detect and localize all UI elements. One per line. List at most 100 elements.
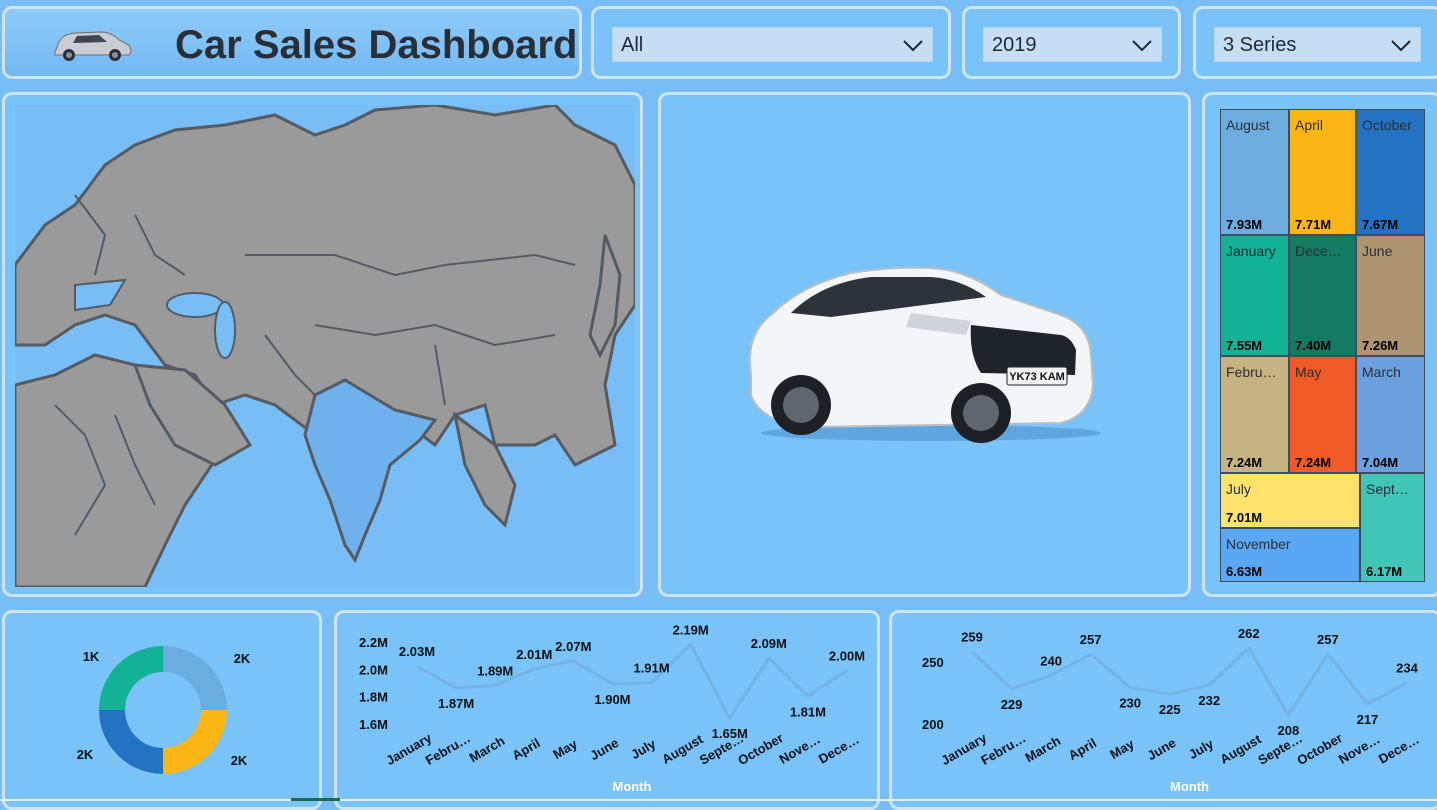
treemap-tile-label: Dece… <box>1295 243 1342 259</box>
treemap-tile-value: 7.93M <box>1226 217 1263 232</box>
x-tick-label: June <box>1145 735 1179 763</box>
treemap-tile[interactable]: March 7.04M <box>1356 356 1425 473</box>
x-tick-label: October <box>1294 730 1345 768</box>
region-slicer-panel: All <box>591 6 951 79</box>
sales-line-chart[interactable]: 1.6M 1.8M 2.0M 2.2M 2.03M 1.87M 1.89M2.01M2.07… <box>337 613 877 799</box>
model-dropdown[interactable]: 3 Series <box>1214 27 1421 62</box>
data-label: 232 <box>1198 693 1220 708</box>
car-photo-icon: YK73 KAM <box>748 266 1101 443</box>
treemap-tile[interactable]: Febru… 7.24M <box>1220 356 1289 473</box>
x-tick-label: April <box>1066 735 1099 763</box>
treemap-tile-value: 7.24M <box>1226 455 1263 470</box>
x-tick-label: May <box>550 736 580 762</box>
data-label: 1.89M <box>477 663 513 678</box>
data-label: 234 <box>1396 661 1418 676</box>
treemap-tile[interactable]: October 7.67M <box>1356 109 1425 235</box>
data-label: 240 <box>1040 653 1062 668</box>
treemap-tile-value: 7.55M <box>1226 338 1263 353</box>
data-label: 1.81M <box>790 704 826 719</box>
treemap-tile-value: 7.67M <box>1362 217 1399 232</box>
region-dropdown-value: All <box>621 34 644 56</box>
chevron-down-icon <box>903 40 923 52</box>
treemap-tile-label: October <box>1362 117 1412 133</box>
chevron-down-icon <box>1391 40 1411 52</box>
series-line[interactable] <box>970 645 1408 718</box>
license-plate: YK73 KAM <box>1009 371 1065 383</box>
x-axis-title: Month <box>613 779 652 794</box>
x-tick-label: August <box>1217 731 1264 767</box>
data-label: 2.00M <box>829 648 865 663</box>
donut-slice-label: 2K <box>234 651 251 666</box>
treemap-tile-value: 7.71M <box>1295 217 1332 232</box>
treemap-tile[interactable]: July 7.01M <box>1220 473 1360 528</box>
treemap-tile-label: January <box>1226 243 1276 259</box>
data-label: 1.90M <box>594 692 630 707</box>
y-tick-label: 2.0M <box>359 662 388 677</box>
x-tick-label: August <box>659 731 706 767</box>
treemap-tile[interactable]: January 7.55M <box>1220 235 1289 356</box>
x-tick-label: Febru… <box>423 730 473 768</box>
donut-leader-line <box>209 654 219 664</box>
year-dropdown-value: 2019 <box>992 34 1037 56</box>
treemap-tile-value: 6.63M <box>1226 564 1263 579</box>
treemap-tile-label: August <box>1226 117 1270 133</box>
donut-slice-label: 2K <box>231 753 248 768</box>
x-tick-label: July <box>628 736 659 762</box>
treemap-tile[interactable]: April 7.71M <box>1289 109 1356 235</box>
treemap-tile-label: Febru… <box>1226 364 1277 380</box>
donut-slice-label: 1K <box>83 649 100 664</box>
data-label: 2.03M <box>399 644 435 659</box>
treemap-tile-value: 6.17M <box>1366 564 1403 579</box>
treemap-tile[interactable]: Dece… 7.40M <box>1289 235 1356 356</box>
series-line[interactable] <box>416 641 848 722</box>
data-label: 2.07M <box>555 639 591 654</box>
treemap-tile-label: May <box>1295 364 1322 380</box>
treemap-tile[interactable]: June 7.26M <box>1356 235 1425 356</box>
data-label: 2.09M <box>751 636 787 651</box>
data-label: 217 <box>1357 712 1379 727</box>
y-tick-label: 1.8M <box>359 690 388 705</box>
data-label: 257 <box>1080 632 1102 647</box>
x-tick-label: March <box>467 733 508 765</box>
data-label: 259 <box>961 630 983 645</box>
car-thumbnail-icon <box>54 31 132 61</box>
model-dropdown-value: 3 Series <box>1223 34 1297 56</box>
donut-leader-line <box>107 654 117 664</box>
model-slicer-panel: 3 Series <box>1193 6 1437 79</box>
x-tick-label: May <box>1107 736 1137 762</box>
donut-chart[interactable]: 2K 2K 2K 1K <box>5 613 319 803</box>
treemap-tile-label: July <box>1226 481 1251 497</box>
x-tick-label: Dece… <box>816 732 862 767</box>
y-tick-label: 1.6M <box>359 717 388 732</box>
chevron-down-icon <box>1132 40 1152 52</box>
treemap-tile-value: 7.24M <box>1295 455 1332 470</box>
x-tick-label: Nove… <box>777 731 823 766</box>
data-label: 2.01M <box>516 647 552 662</box>
data-label: 262 <box>1238 626 1260 641</box>
region-dropdown[interactable]: All <box>612 27 933 62</box>
data-label: 1.87M <box>438 696 474 711</box>
treemap-tile[interactable]: May 7.24M <box>1289 356 1356 473</box>
treemap-tile[interactable]: August 7.93M <box>1220 109 1289 235</box>
monthly-sales-treemap[interactable]: August 7.93M April 7.71M October 7.67M January… <box>1220 109 1425 582</box>
x-tick-label: March <box>1023 733 1064 765</box>
y-tick-label: 250 <box>922 655 944 670</box>
x-axis-title: Month <box>1170 779 1209 794</box>
title-panel: Car Sales Dashboard <box>2 6 582 79</box>
treemap-tile-value: 7.40M <box>1295 338 1332 353</box>
treemap-tile-value: 7.04M <box>1362 455 1399 470</box>
treemap-tile-label: June <box>1362 243 1393 259</box>
units-line-chart[interactable]: 200250259229240257230 2252322622082572172… <box>892 613 1437 799</box>
donut-panel: 2K 2K 2K 1K <box>2 610 322 810</box>
treemap-tile[interactable]: November 6.63M <box>1220 528 1360 582</box>
data-label: 257 <box>1317 632 1339 647</box>
x-tick-label: April <box>509 735 542 763</box>
year-dropdown[interactable]: 2019 <box>983 27 1162 62</box>
world-map[interactable] <box>15 105 635 587</box>
treemap-tile-value: 7.01M <box>1226 510 1263 525</box>
x-tick-label: July <box>1186 736 1217 762</box>
y-tick-label: 2.2M <box>359 635 388 650</box>
treemap-tile[interactable]: Sept… 6.17M <box>1360 473 1425 582</box>
treemap-tile-label: Sept… <box>1366 481 1409 497</box>
x-tick-label: Febru… <box>978 730 1028 768</box>
